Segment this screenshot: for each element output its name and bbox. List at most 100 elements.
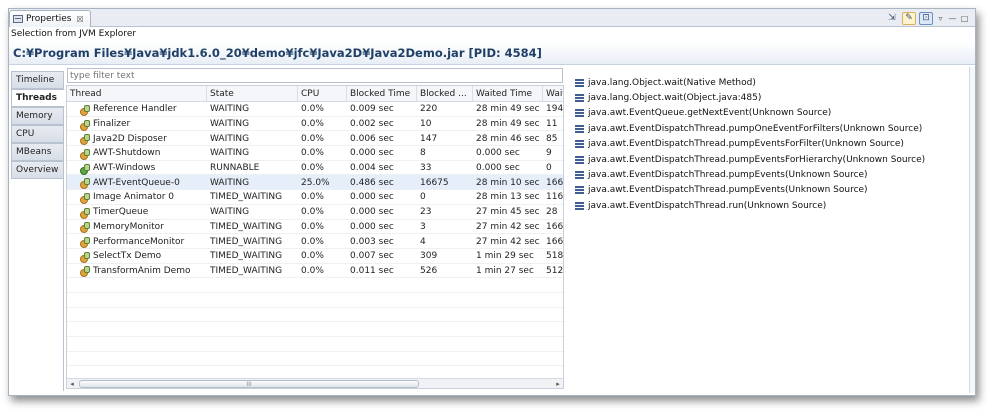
thread-cell: Image Animator 0 [67, 190, 207, 205]
waited-count-cell: 166 [546, 177, 564, 188]
column-header-blocked-time[interactable]: Blocked Time [347, 86, 417, 102]
waited-time-cell: 28 min 46 sec [476, 133, 540, 144]
stack-frame-label: java.awt.EventDispatchThread.pumpEventsF… [588, 139, 904, 150]
view-menu-icon[interactable]: ▿ [936, 12, 945, 25]
waited-count-cell: 85 [546, 133, 558, 144]
thread-icon [80, 104, 90, 116]
column-header-state[interactable]: State [207, 86, 298, 102]
thread-name: AWT-EventQueue-0 [93, 177, 180, 188]
thread-cell: SelectTx Demo [67, 249, 207, 264]
tab-threads[interactable]: Threads [11, 89, 65, 107]
thread-name: MemoryMonitor [93, 221, 164, 232]
state-cell: WAITING [210, 207, 250, 218]
table-row[interactable]: Reference Handler WAITING 0.0% 0.009 sec… [67, 102, 563, 117]
blocked-count-cell: 16675 [420, 177, 449, 188]
cpu-cell: 0.0% [301, 148, 324, 159]
stack-frame-icon [575, 201, 584, 210]
waited-count-cell: 166 [546, 221, 564, 232]
threads-page: Thread State CPU Blocked Time Blocked ..… [65, 67, 975, 393]
table-header: Thread State CPU Blocked Time Blocked ..… [67, 86, 563, 102]
blocked-time-cell: 0.006 sec [350, 133, 394, 144]
refresh-icon[interactable]: ⇲ [885, 12, 899, 25]
scrollbar-thumb[interactable]: III [79, 380, 419, 388]
tab-memory[interactable]: Memory [11, 107, 64, 125]
horizontal-scrollbar[interactable]: ◂ III ▸ [67, 378, 563, 388]
pin-icon[interactable]: ⊡ [919, 11, 933, 25]
properties-icon [13, 15, 23, 23]
thread-dump-icon[interactable]: ✎ [902, 11, 916, 25]
thread-name: Finalizer [93, 119, 131, 130]
blocked-count-cell: 147 [420, 133, 438, 144]
table-row[interactable]: Java2D Disposer WAITING 0.0% 0.006 sec 1… [67, 131, 563, 147]
thread-filter-input[interactable] [67, 68, 563, 83]
close-icon[interactable]: ☒ [76, 15, 83, 24]
waited-count-cell: 518 [546, 251, 564, 262]
stack-frame-label: java.lang.Object.wait(Native Method) [588, 77, 756, 88]
waited-time-cell: 28 min 13 sec [476, 192, 540, 203]
tab-cpu[interactable]: CPU [11, 125, 64, 143]
table-row[interactable]: AWT-Windows RUNNABLE 0.0% 0.004 sec 33 0… [67, 161, 563, 176]
cpu-cell: 0.0% [301, 236, 324, 247]
column-header-blocked-count[interactable]: Blocked ... [417, 86, 473, 102]
thread-name: SelectTx Demo [93, 251, 162, 262]
thread-cell: MemoryMonitor [67, 220, 207, 235]
stack-frame[interactable]: java.awt.EventDispatchThread.pumpEventsF… [575, 137, 975, 152]
blocked-count-cell: 10 [420, 119, 432, 130]
table-row[interactable]: TimerQueue WAITING 0.0% 0.000 sec 23 27 … [67, 205, 563, 220]
thread-cell: Finalizer [67, 117, 207, 132]
tab-timeline[interactable]: Timeline [11, 71, 64, 89]
table-row[interactable]: PerformanceMonitor TIMED_WAITING 0.0% 0.… [67, 234, 563, 249]
waited-time-cell: 0.000 sec [476, 163, 520, 174]
stack-frame[interactable]: java.awt.EventDispatchThread.pumpEvents(… [575, 183, 975, 198]
blocked-time-cell: 0.000 sec [350, 148, 394, 159]
scroll-left-icon[interactable]: ◂ [67, 379, 77, 388]
column-header-waited-count[interactable]: Waite [543, 86, 563, 102]
stack-frame[interactable]: java.awt.EventDispatchThread.pumpOneEven… [575, 121, 975, 136]
tab-mbeans[interactable]: MBeans [11, 143, 64, 161]
table-row[interactable]: Finalizer WAITING 0.0% 0.002 sec 10 28 m… [67, 117, 563, 132]
cpu-cell: 0.0% [301, 104, 324, 115]
column-header-thread[interactable]: Thread [67, 86, 207, 102]
table-row[interactable]: TransformAnim Demo TIMED_WAITING 0.0% 0.… [67, 264, 563, 279]
stack-frame[interactable]: java.awt.EventDispatchThread.pumpEventsF… [575, 152, 975, 167]
table-row[interactable]: AWT-Shutdown WAITING 0.0% 0.000 sec 8 0.… [67, 146, 563, 161]
stack-frame[interactable]: java.lang.Object.wait(Object.java:485) [575, 90, 975, 105]
table-row[interactable]: MemoryMonitor TIMED_WAITING 0.0% 0.000 s… [67, 220, 563, 235]
running-thread-icon [80, 163, 90, 175]
waited-time-cell: 28 min 49 sec [476, 104, 540, 115]
table-row[interactable]: SelectTx Demo TIMED_WAITING 0.0% 0.007 s… [67, 249, 563, 264]
stack-trace-list: java.lang.Object.wait(Native Method) jav… [575, 75, 975, 214]
blocked-time-cell: 0.000 sec [350, 221, 394, 232]
blocked-time-cell: 0.011 sec [350, 265, 394, 276]
properties-tab[interactable]: Properties ☒ [9, 10, 91, 27]
blocked-count-cell: 309 [420, 251, 438, 262]
minimize-icon[interactable]: — [948, 12, 957, 25]
thread-name: TimerQueue [93, 207, 149, 218]
process-title-bar: C:¥Program Files¥Java¥jdk1.6.0_20¥demo¥j… [9, 42, 975, 65]
table-row[interactable]: Image Animator 0 TIMED_WAITING 0.0% 0.00… [67, 190, 563, 205]
maximize-icon[interactable]: □ [960, 12, 969, 25]
stack-frame[interactable]: java.awt.EventDispatchThread.pumpEvents(… [575, 167, 975, 182]
column-header-cpu[interactable]: CPU [298, 86, 347, 102]
stack-frame[interactable]: java.lang.Object.wait(Native Method) [575, 75, 975, 90]
selection-label: Selection from JVM Explorer [11, 29, 137, 39]
state-cell: WAITING [210, 148, 250, 159]
blocked-count-cell: 4 [420, 236, 426, 247]
blocked-count-cell: 33 [420, 163, 432, 174]
empty-row [67, 278, 563, 293]
tab-overview[interactable]: Overview [11, 161, 64, 179]
scroll-right-icon[interactable]: ▸ [553, 379, 563, 388]
table-row-selected[interactable]: AWT-EventQueue-0 WAITING 25.0% 0.486 sec… [67, 175, 564, 191]
state-cell: RUNNABLE [210, 163, 260, 174]
stack-frame[interactable]: java.awt.EventQueue.getNextEvent(Unknown… [575, 106, 975, 121]
cpu-cell: 25.0% [301, 177, 330, 188]
thread-name: Image Animator 0 [93, 192, 175, 203]
blocked-count-cell: 3 [420, 221, 426, 232]
column-header-waited-time[interactable]: Waited Time [473, 86, 543, 102]
thread-cell: PerformanceMonitor [67, 234, 207, 249]
thread-name: AWT-Shutdown [93, 148, 161, 159]
stack-frame[interactable]: java.awt.EventDispatchThread.run(Unknown… [575, 198, 975, 213]
empty-row [67, 322, 563, 337]
cpu-cell: 0.0% [301, 251, 324, 262]
stack-frame-icon [575, 78, 584, 87]
